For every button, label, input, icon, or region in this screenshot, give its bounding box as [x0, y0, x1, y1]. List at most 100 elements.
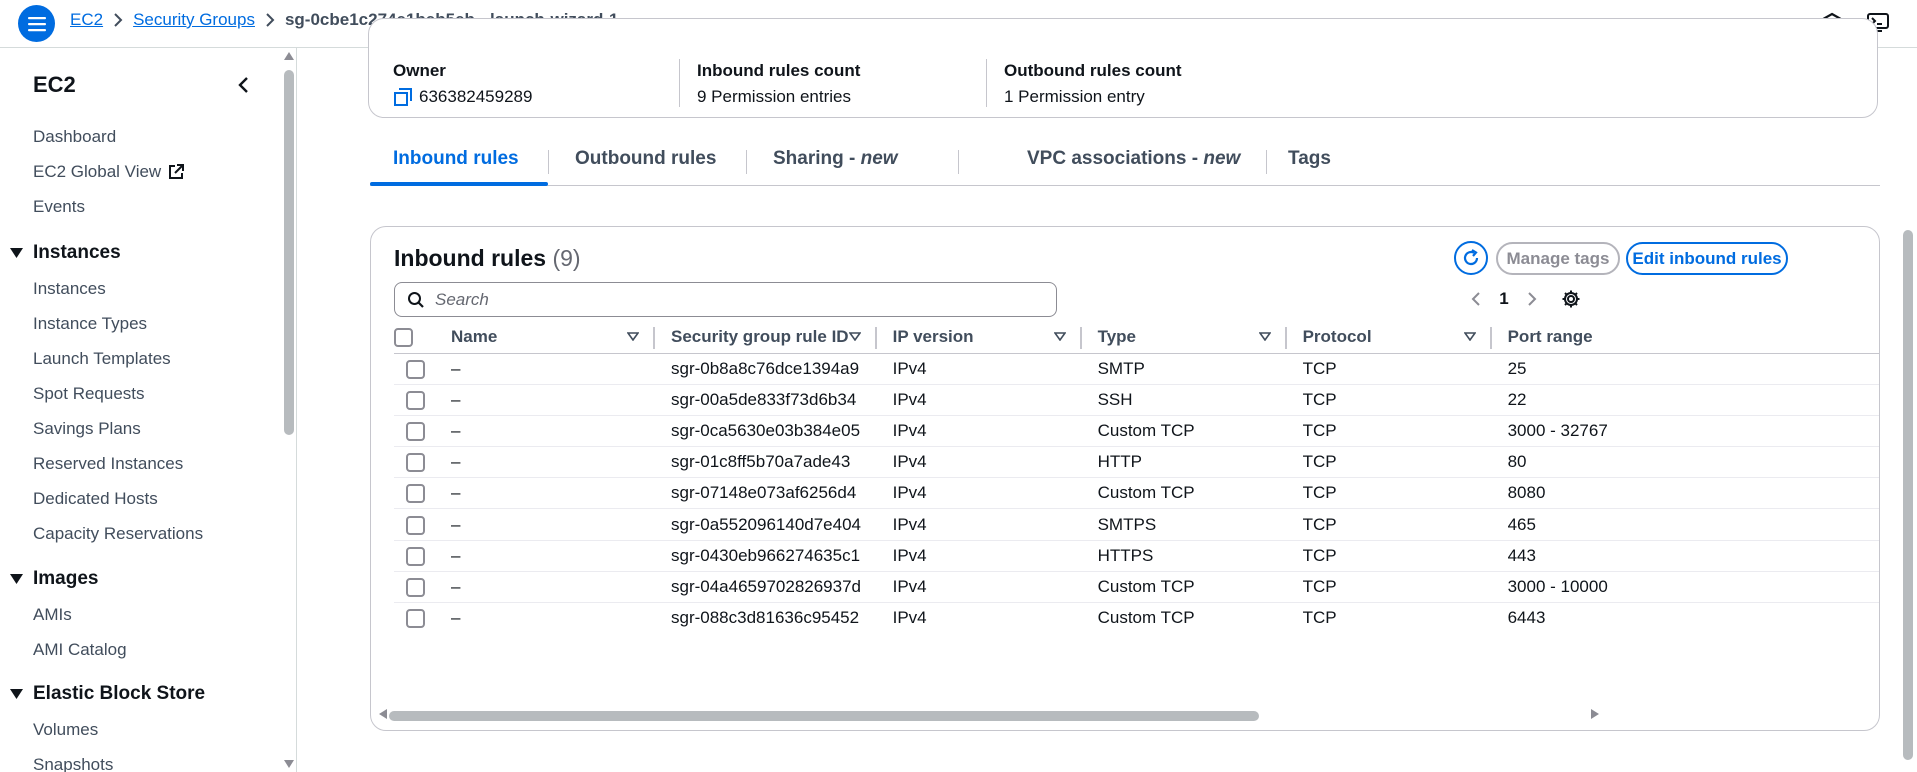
sidebar-item-events[interactable]: Events — [33, 197, 85, 217]
tab-tags[interactable]: Tags — [1288, 148, 1331, 170]
table-row[interactable]: – sgr-0430eb966274635c1 IPv4 HTTPS TCP 443 — [394, 540, 1879, 572]
row-checkbox[interactable] — [406, 453, 425, 473]
sort-caret-icon[interactable] — [848, 332, 861, 342]
collapse-sidebar-button[interactable] — [228, 70, 258, 100]
column-header-name[interactable]: Name — [451, 321, 655, 354]
tab-outbound-rules[interactable]: Outbound rules — [575, 148, 716, 170]
cell-name: – — [451, 446, 655, 479]
tab-vpc-associations[interactable]: VPC associations - new — [1027, 148, 1240, 170]
previous-page-button[interactable] — [1463, 284, 1489, 314]
sidebar-section-elastic-block-store[interactable]: Elastic Block Store — [10, 683, 205, 705]
security-group-details-card: Owner 636382459289 Inbound rules count 9… — [368, 18, 1878, 118]
caret-down-icon — [10, 574, 23, 584]
tab-sharing[interactable]: Sharing - new — [773, 148, 898, 170]
page-number[interactable]: 1 — [1489, 289, 1519, 309]
sidebar-item-dashboard[interactable]: Dashboard — [33, 127, 116, 147]
table-row[interactable]: – sgr-00a5de833f73d6b34 IPv4 SSH TCP 22 — [394, 384, 1879, 416]
cell-port-range: 3000 - 10000 — [1491, 571, 1879, 604]
tab-divider — [1266, 150, 1267, 174]
row-checkbox[interactable] — [406, 546, 425, 566]
sidebar-item-reserved-instances[interactable]: Reserved Instances — [33, 454, 183, 474]
hamburger-icon — [27, 16, 46, 31]
sort-caret-icon[interactable] — [627, 332, 639, 342]
table-row[interactable]: – sgr-0b8a8c76dce1394a9 IPv4 SMTP TCP 25 — [394, 353, 1879, 385]
sort-caret-icon[interactable] — [1053, 332, 1066, 342]
row-select-cell — [394, 603, 451, 634]
manage-tags-button[interactable]: Manage tags — [1496, 242, 1620, 275]
tab-inbound-rules[interactable]: Inbound rules — [393, 148, 519, 170]
horizontal-scrollbar-thumb[interactable] — [389, 711, 1259, 721]
cell-name: – — [451, 608, 461, 628]
breadcrumb-ec2[interactable]: EC2 — [70, 10, 103, 30]
table-row[interactable]: – sgr-04a4659702826937d IPv4 Custom TCP TCP 3… — [394, 571, 1879, 604]
column-label: Port range — [1507, 326, 1593, 346]
row-checkbox[interactable] — [406, 359, 425, 379]
breadcrumb-security-groups[interactable]: Security Groups — [133, 10, 255, 30]
sidebar-item-capacity-reservations[interactable]: Capacity Reservations — [33, 524, 203, 544]
caret-down-icon — [10, 248, 23, 258]
refresh-button[interactable] — [1454, 241, 1488, 275]
column-header-rule-id[interactable]: Security group rule ID — [655, 321, 877, 354]
sidebar-item-snapshots[interactable]: Snapshots — [33, 755, 113, 772]
cell-name: – — [451, 540, 655, 572]
search-field[interactable] — [394, 282, 1057, 317]
row-checkbox[interactable] — [406, 577, 425, 597]
row-checkbox[interactable] — [406, 515, 425, 535]
main-scrollbar-thumb[interactable] — [1903, 230, 1913, 760]
row-checkbox[interactable] — [406, 390, 425, 410]
edit-inbound-rules-button[interactable]: Edit inbound rules — [1626, 242, 1788, 275]
sidebar-item-volumes[interactable]: Volumes — [33, 720, 98, 740]
sidebar-item-instance-types[interactable]: Instance Types — [33, 314, 147, 334]
table-row[interactable]: – sgr-0a552096140d7e404 IPv4 SMTPS TCP 465 — [394, 508, 1879, 541]
sidebar-item-ec2-global-view[interactable]: EC2 Global View — [33, 162, 185, 182]
row-checkbox[interactable] — [406, 609, 425, 629]
row-select-cell — [394, 540, 451, 572]
table-row[interactable]: – sgr-0ca5630e03b384e05 IPv4 Custom TCP TCP 3… — [394, 415, 1879, 448]
sort-caret-icon[interactable] — [1258, 332, 1271, 342]
chevron-right-icon — [1528, 292, 1537, 306]
sidebar-item-ami-catalog[interactable]: AMI Catalog — [33, 640, 127, 660]
inbound-count-value: 9 Permission entries — [697, 87, 852, 106]
sort-caret-icon[interactable] — [1463, 332, 1476, 342]
sidebar-section-images[interactable]: Images — [10, 568, 98, 590]
cell-protocol: TCP — [1286, 508, 1492, 541]
chevron-left-icon — [1471, 292, 1480, 306]
outbound-count-detail: Outbound rules count 1 Permission entry — [1004, 61, 1182, 107]
row-checkbox[interactable] — [406, 421, 425, 441]
cell-rule-id: sgr-0430eb966274635c1 — [655, 540, 877, 572]
sidebar-item-amis[interactable]: AMIs — [33, 605, 72, 625]
cell-protocol: TCP — [1286, 571, 1492, 604]
row-checkbox[interactable] — [406, 484, 425, 504]
search-icon — [408, 291, 424, 308]
column-header-ip-version[interactable]: IP version — [876, 321, 1082, 354]
column-header-type[interactable]: Type — [1081, 321, 1287, 354]
menu-button[interactable] — [18, 5, 55, 42]
table-settings-button[interactable] — [1556, 284, 1586, 314]
select-all-checkbox[interactable] — [394, 327, 413, 347]
table-row[interactable]: – sgr-01c8ff5b70a7ade43 IPv4 HTTP TCP 80 — [394, 446, 1879, 479]
sidebar-item-savings-plans[interactable]: Savings Plans — [33, 419, 141, 439]
sidebar-item-dedicated-hosts[interactable]: Dedicated Hosts — [33, 489, 158, 509]
cell-protocol: TCP — [1286, 415, 1492, 448]
sidebar-scrollbar-thumb[interactable] — [284, 70, 294, 435]
column-header-protocol[interactable]: Protocol — [1286, 321, 1492, 354]
copy-icon[interactable] — [393, 87, 413, 107]
cell-port-range: 80 — [1491, 446, 1879, 479]
column-header-port-range[interactable]: Port range — [1491, 321, 1879, 354]
cell-rule-id: sgr-088c3d81636c95452 — [671, 608, 860, 628]
table-row[interactable]: – sgr-088c3d81636c95452 IPv4 Custom TCP TCP 6… — [394, 603, 1879, 634]
next-page-button[interactable] — [1519, 284, 1545, 314]
cell-type: Custom TCP — [1081, 477, 1287, 510]
sidebar-item-label: Events — [33, 197, 85, 216]
cell-ip-version: IPv4 — [876, 477, 1082, 510]
column-label: IP version — [892, 326, 974, 346]
sidebar-item-launch-templates[interactable]: Launch Templates — [33, 349, 171, 369]
pagination: 1 — [1463, 284, 1545, 314]
table-row[interactable]: – sgr-07148e073af6256d4 IPv4 Custom TCP TCP 8… — [394, 477, 1879, 510]
sidebar-item-spot-requests[interactable]: Spot Requests — [33, 384, 145, 404]
search-input[interactable] — [435, 289, 1035, 310]
inbound-count-label: Inbound rules count — [697, 61, 861, 80]
sidebar-item-instances[interactable]: Instances — [33, 279, 106, 299]
sidebar-section-instances[interactable]: Instances — [10, 242, 121, 264]
cell-protocol: TCP — [1286, 446, 1492, 479]
